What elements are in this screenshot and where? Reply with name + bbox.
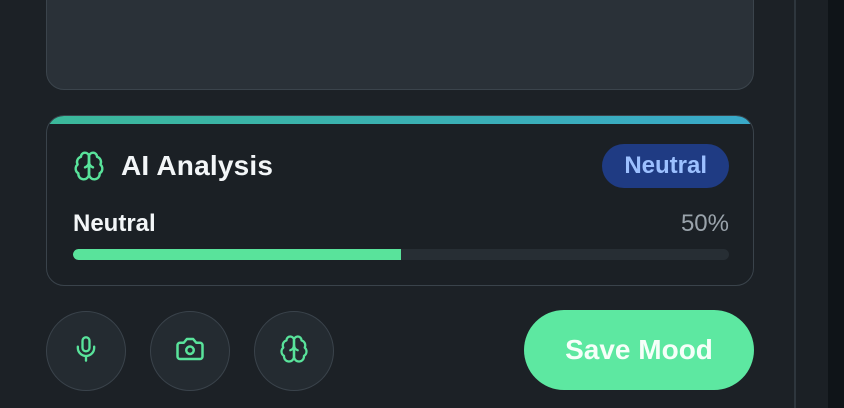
microphone-icon [72, 335, 100, 368]
scroll-edge [828, 0, 844, 408]
sentiment-percent: 50% [680, 210, 729, 237]
ai-analysis-card: AI Analysis Neutral Neutral 50% [46, 115, 754, 286]
sentiment-label: Neutral [73, 210, 156, 237]
save-mood-button[interactable]: Save Mood [524, 310, 754, 390]
mood-entry-screen: AI Analysis Neutral Neutral 50% Save Moo… [0, 0, 844, 408]
journal-text-area[interactable] [46, 0, 754, 90]
ai-analyze-button[interactable] [254, 311, 334, 391]
brain-icon [73, 150, 105, 182]
microphone-button[interactable] [46, 311, 126, 391]
analysis-title: AI Analysis [121, 150, 274, 181]
camera-icon [175, 334, 205, 369]
sentiment-badge: Neutral [602, 144, 729, 188]
camera-button[interactable] [150, 311, 230, 391]
analysis-header: AI Analysis Neutral [73, 144, 729, 188]
sentiment-progress-fill [73, 249, 401, 260]
brain-icon [279, 334, 309, 369]
sentiment-progress-track [73, 249, 729, 260]
card-accent-bar [47, 116, 753, 124]
background-gap [796, 0, 828, 408]
sentiment-metric-row: Neutral 50% [73, 208, 729, 240]
